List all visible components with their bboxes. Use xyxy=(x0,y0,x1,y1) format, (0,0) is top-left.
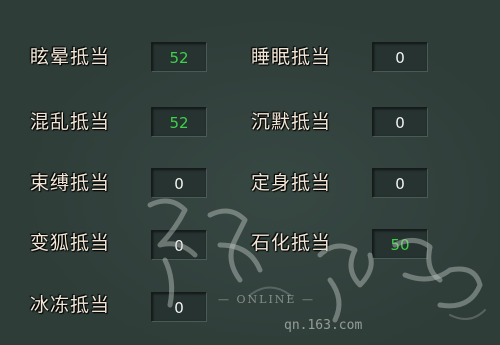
freeze-resist-label: 冰冻抵当 xyxy=(30,294,111,316)
silence-resist-value: 0 xyxy=(372,107,428,137)
silence-resist-label: 沉默抵当 xyxy=(251,111,332,133)
sleep-resist-value: 0 xyxy=(372,42,428,72)
resistance-panel: 眩晕抵当 52 混乱抵当 52 束缚抵当 0 变狐抵当 0 冰冻抵当 0 睡眠抵… xyxy=(0,0,500,345)
bind-resist-value: 0 xyxy=(151,168,207,198)
petrify-resist-label: 石化抵当 xyxy=(251,232,332,254)
watermark-url: qn.163.com xyxy=(284,318,363,333)
freeze-resist-value: 0 xyxy=(151,292,207,322)
root-resist-value: 0 xyxy=(372,168,428,198)
stun-resist-label: 眩晕抵当 xyxy=(30,46,111,68)
watermark-online-text: — ONLINE — xyxy=(218,293,315,306)
fox-transform-resist-label: 变狐抵当 xyxy=(30,232,111,254)
root-resist-label: 定身抵当 xyxy=(251,172,332,194)
petrify-resist-value: 50 xyxy=(372,229,428,259)
confuse-resist-label: 混乱抵当 xyxy=(30,111,111,133)
stun-resist-value: 52 xyxy=(151,42,207,72)
fox-transform-resist-value: 0 xyxy=(151,230,207,260)
confuse-resist-value: 52 xyxy=(151,107,207,137)
sleep-resist-label: 睡眠抵当 xyxy=(251,46,332,68)
bind-resist-label: 束缚抵当 xyxy=(30,172,111,194)
